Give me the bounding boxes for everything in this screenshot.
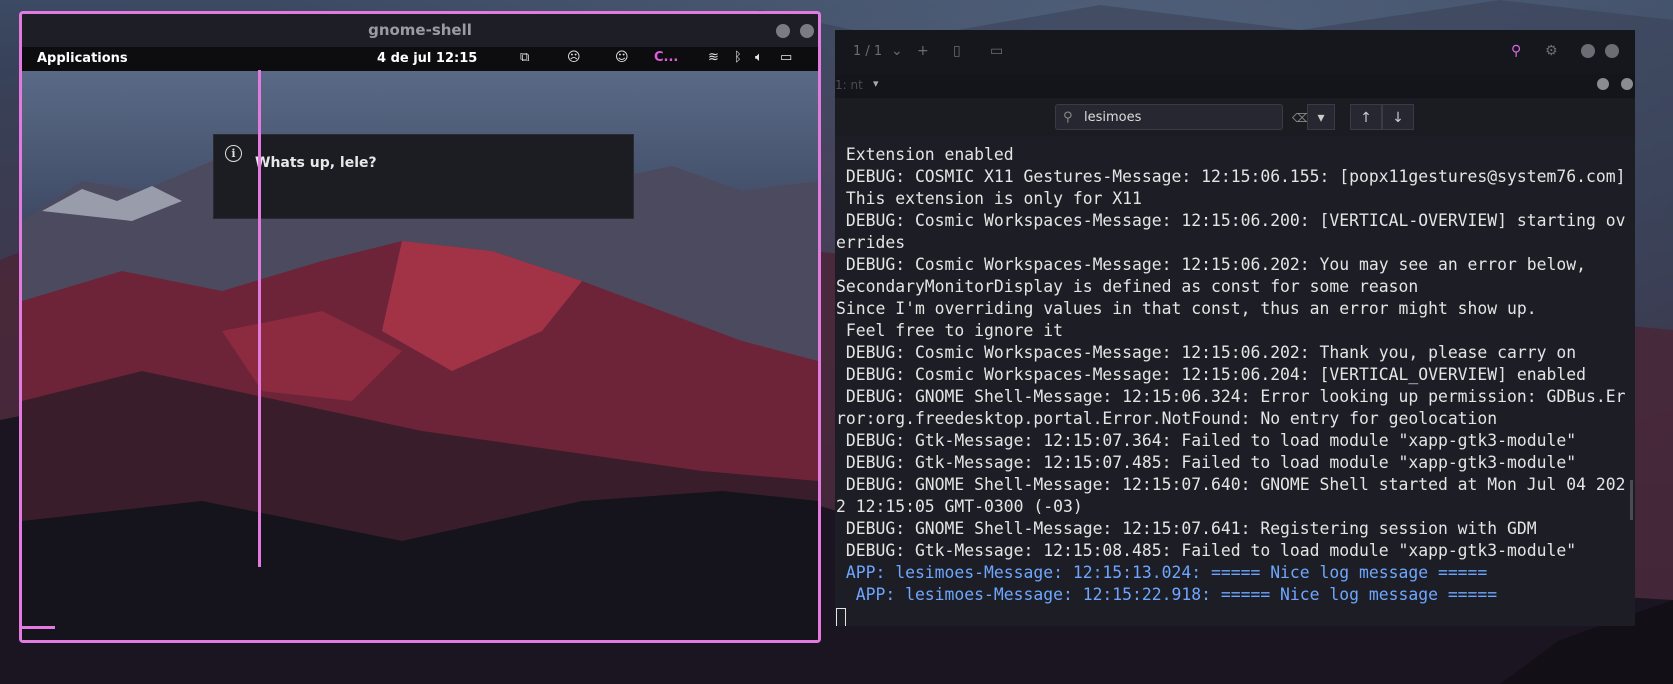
terminal-line: errides xyxy=(836,233,906,252)
terminal-header[interactable]: 1 / 1 ⌄ + ▯ ▭ ⚲ ⚙ xyxy=(835,30,1635,74)
tab-counter: 1 / 1 xyxy=(853,44,883,59)
terminal-line: DEBUG: COSMIC X11 Gestures-Message: 12:1… xyxy=(836,167,1626,186)
terminal-line: 2 12:15:05 GMT-0300 (-03) xyxy=(836,497,1083,516)
terminal-line: DEBUG: GNOME Shell-Message: 12:15:07.640… xyxy=(836,475,1626,494)
debug-outline xyxy=(22,626,55,629)
terminal-line: SecondaryMonitorDisplay is defined as co… xyxy=(836,277,1419,296)
smile-face-icon[interactable]: ☺ xyxy=(615,50,629,65)
search-next-button[interactable]: ↓ xyxy=(1382,104,1414,130)
terminal-line: DEBUG: Cosmic Workspaces-Message: 12:15:… xyxy=(836,255,1586,274)
screen-icon[interactable]: ▭ xyxy=(990,43,1003,59)
terminal-line: DEBUG: Cosmic Workspaces-Message: 12:15:… xyxy=(836,343,1577,362)
terminal-line: DEBUG: Gtk-Message: 12:15:07.485: Failed… xyxy=(836,453,1577,472)
debug-outline xyxy=(258,70,261,567)
split-icon[interactable]: ▯ xyxy=(953,43,961,59)
terminal-line: DEBUG: GNOME Shell-Message: 12:15:06.324… xyxy=(836,387,1626,406)
close-button[interactable] xyxy=(800,24,814,38)
nested-wallpaper: i Whats up, lele? ⋮⋮ ✓ ▶ xyxy=(22,70,818,640)
clock[interactable]: 4 de jul 12:15 xyxy=(377,51,477,66)
search-options-dropdown[interactable]: ▾ xyxy=(1307,104,1335,130)
sad-face-icon[interactable]: ☹ xyxy=(567,50,581,65)
search-icon[interactable]: ⚲ xyxy=(1511,43,1521,59)
terminal-line: Feel free to ignore it xyxy=(836,321,1063,340)
volume-icon[interactable]: 🔈︎ xyxy=(755,50,763,65)
notification-message: Whats up, lele? xyxy=(255,155,377,171)
log-lines: Extension enabled DEBUG: COSMIC X11 Gest… xyxy=(836,144,1635,562)
terminal-cursor xyxy=(836,608,846,626)
minimize-button[interactable] xyxy=(1581,44,1595,58)
terminal-line: DEBUG: Cosmic Workspaces-Message: 12:15:… xyxy=(836,211,1626,230)
gear-icon[interactable]: ⚙ xyxy=(1545,43,1558,59)
terminal-line: Extension enabled xyxy=(836,145,1014,164)
applications-menu[interactable]: Applications xyxy=(37,51,128,66)
terminal-line: DEBUG: Cosmic Workspaces-Message: 12:15:… xyxy=(836,365,1586,384)
terminal-window: 1 / 1 ⌄ + ▯ ▭ ⚲ ⚙ 1: nt ▾ ⚲ ⌫ ▾ ↑ ↓ Exte… xyxy=(835,30,1635,626)
search-bar: ⚲ ⌫ ▾ ↑ ↓ xyxy=(835,98,1635,136)
cosmic-extension-indicator[interactable]: C... xyxy=(654,50,678,65)
info-icon: i xyxy=(225,145,242,162)
terminal-line: This extension is only for X11 xyxy=(836,189,1142,208)
bluetooth-icon[interactable]: ᛒ xyxy=(734,50,742,65)
terminal-tabbar: 1: nt ▾ xyxy=(835,74,1635,98)
screen-icon[interactable]: ⧉ xyxy=(520,50,529,65)
terminal-output[interactable]: Extension enabled DEBUG: COSMIC X11 Gest… xyxy=(835,136,1635,626)
scrollbar[interactable] xyxy=(1630,480,1633,520)
close-search-icon[interactable] xyxy=(1597,78,1609,90)
app-log-line: APP: lesimoes-Message: 12:15:13.024: ===… xyxy=(836,563,1488,582)
wifi-icon[interactable]: ≋ xyxy=(708,50,719,65)
notification-popup[interactable]: i Whats up, lele? xyxy=(213,134,634,219)
terminal-line: ror:org.freedesktop.portal.Error.NotFoun… xyxy=(836,409,1498,428)
chevron-down-icon[interactable]: ▾ xyxy=(873,77,879,90)
close-tab-icon[interactable] xyxy=(1621,78,1633,90)
app-log-lines: APP: lesimoes-Message: 12:15:13.024: ===… xyxy=(836,562,1635,606)
add-tab-icon[interactable]: + xyxy=(917,43,929,59)
window-title: gnome-shell xyxy=(368,21,472,39)
terminal-line: DEBUG: Gtk-Message: 12:15:07.364: Failed… xyxy=(836,431,1577,450)
terminal-line: DEBUG: GNOME Shell-Message: 12:15:07.641… xyxy=(836,519,1537,538)
close-button[interactable] xyxy=(1605,44,1619,58)
battery-icon[interactable]: ▭ xyxy=(780,50,792,65)
minimize-button[interactable] xyxy=(776,24,790,38)
search-icon: ⚲ xyxy=(1063,110,1073,125)
nested-titlebar[interactable]: gnome-shell xyxy=(22,14,818,47)
search-input[interactable] xyxy=(1055,104,1283,130)
prompt-line xyxy=(836,606,1635,626)
terminal-line: Since I'm overriding values in that cons… xyxy=(836,299,1537,318)
gnome-shell-window: gnome-shell Applications 4 de jul 12:15 … xyxy=(19,11,821,643)
app-log-line: APP: lesimoes-Message: 12:15:22.918: ===… xyxy=(836,585,1498,604)
terminal-line: DEBUG: Gtk-Message: 12:15:08.485: Failed… xyxy=(836,541,1577,560)
search-previous-button[interactable]: ↑ xyxy=(1350,104,1382,130)
tab-label[interactable]: 1: nt xyxy=(835,78,863,92)
gnome-topbar: Applications 4 de jul 12:15 ⧉ ☹ ☺ C... ≋… xyxy=(22,47,818,71)
chevron-down-icon[interactable]: ⌄ xyxy=(891,43,903,59)
